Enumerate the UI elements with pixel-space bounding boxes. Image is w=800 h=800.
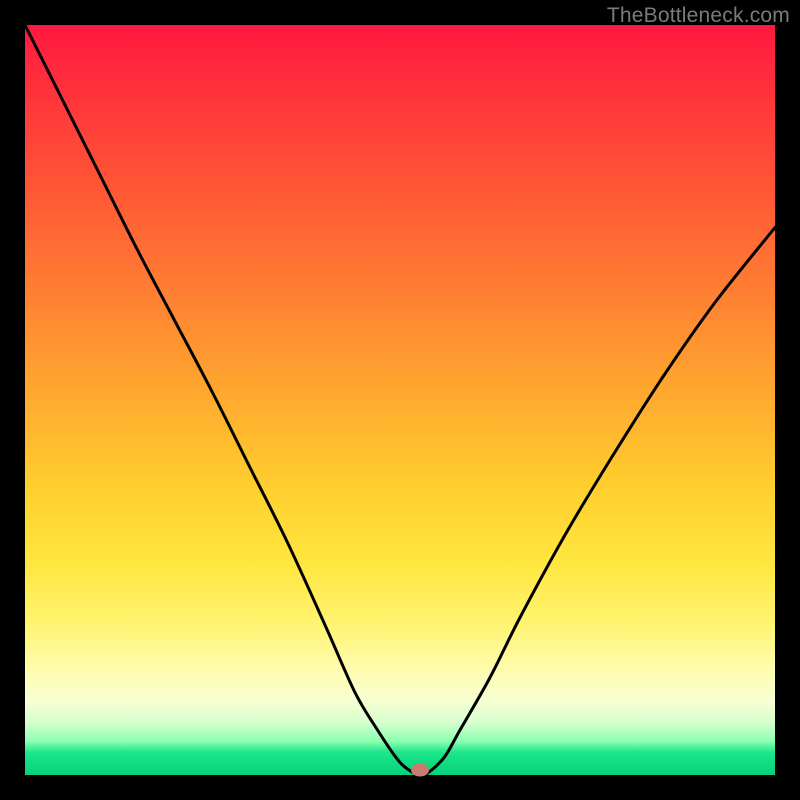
- chart-stage: TheBottleneck.com: [0, 0, 800, 800]
- optimal-marker: [411, 763, 429, 776]
- plot-area: [25, 25, 775, 775]
- bottleneck-curve: [25, 25, 775, 775]
- curve-path: [25, 25, 775, 775]
